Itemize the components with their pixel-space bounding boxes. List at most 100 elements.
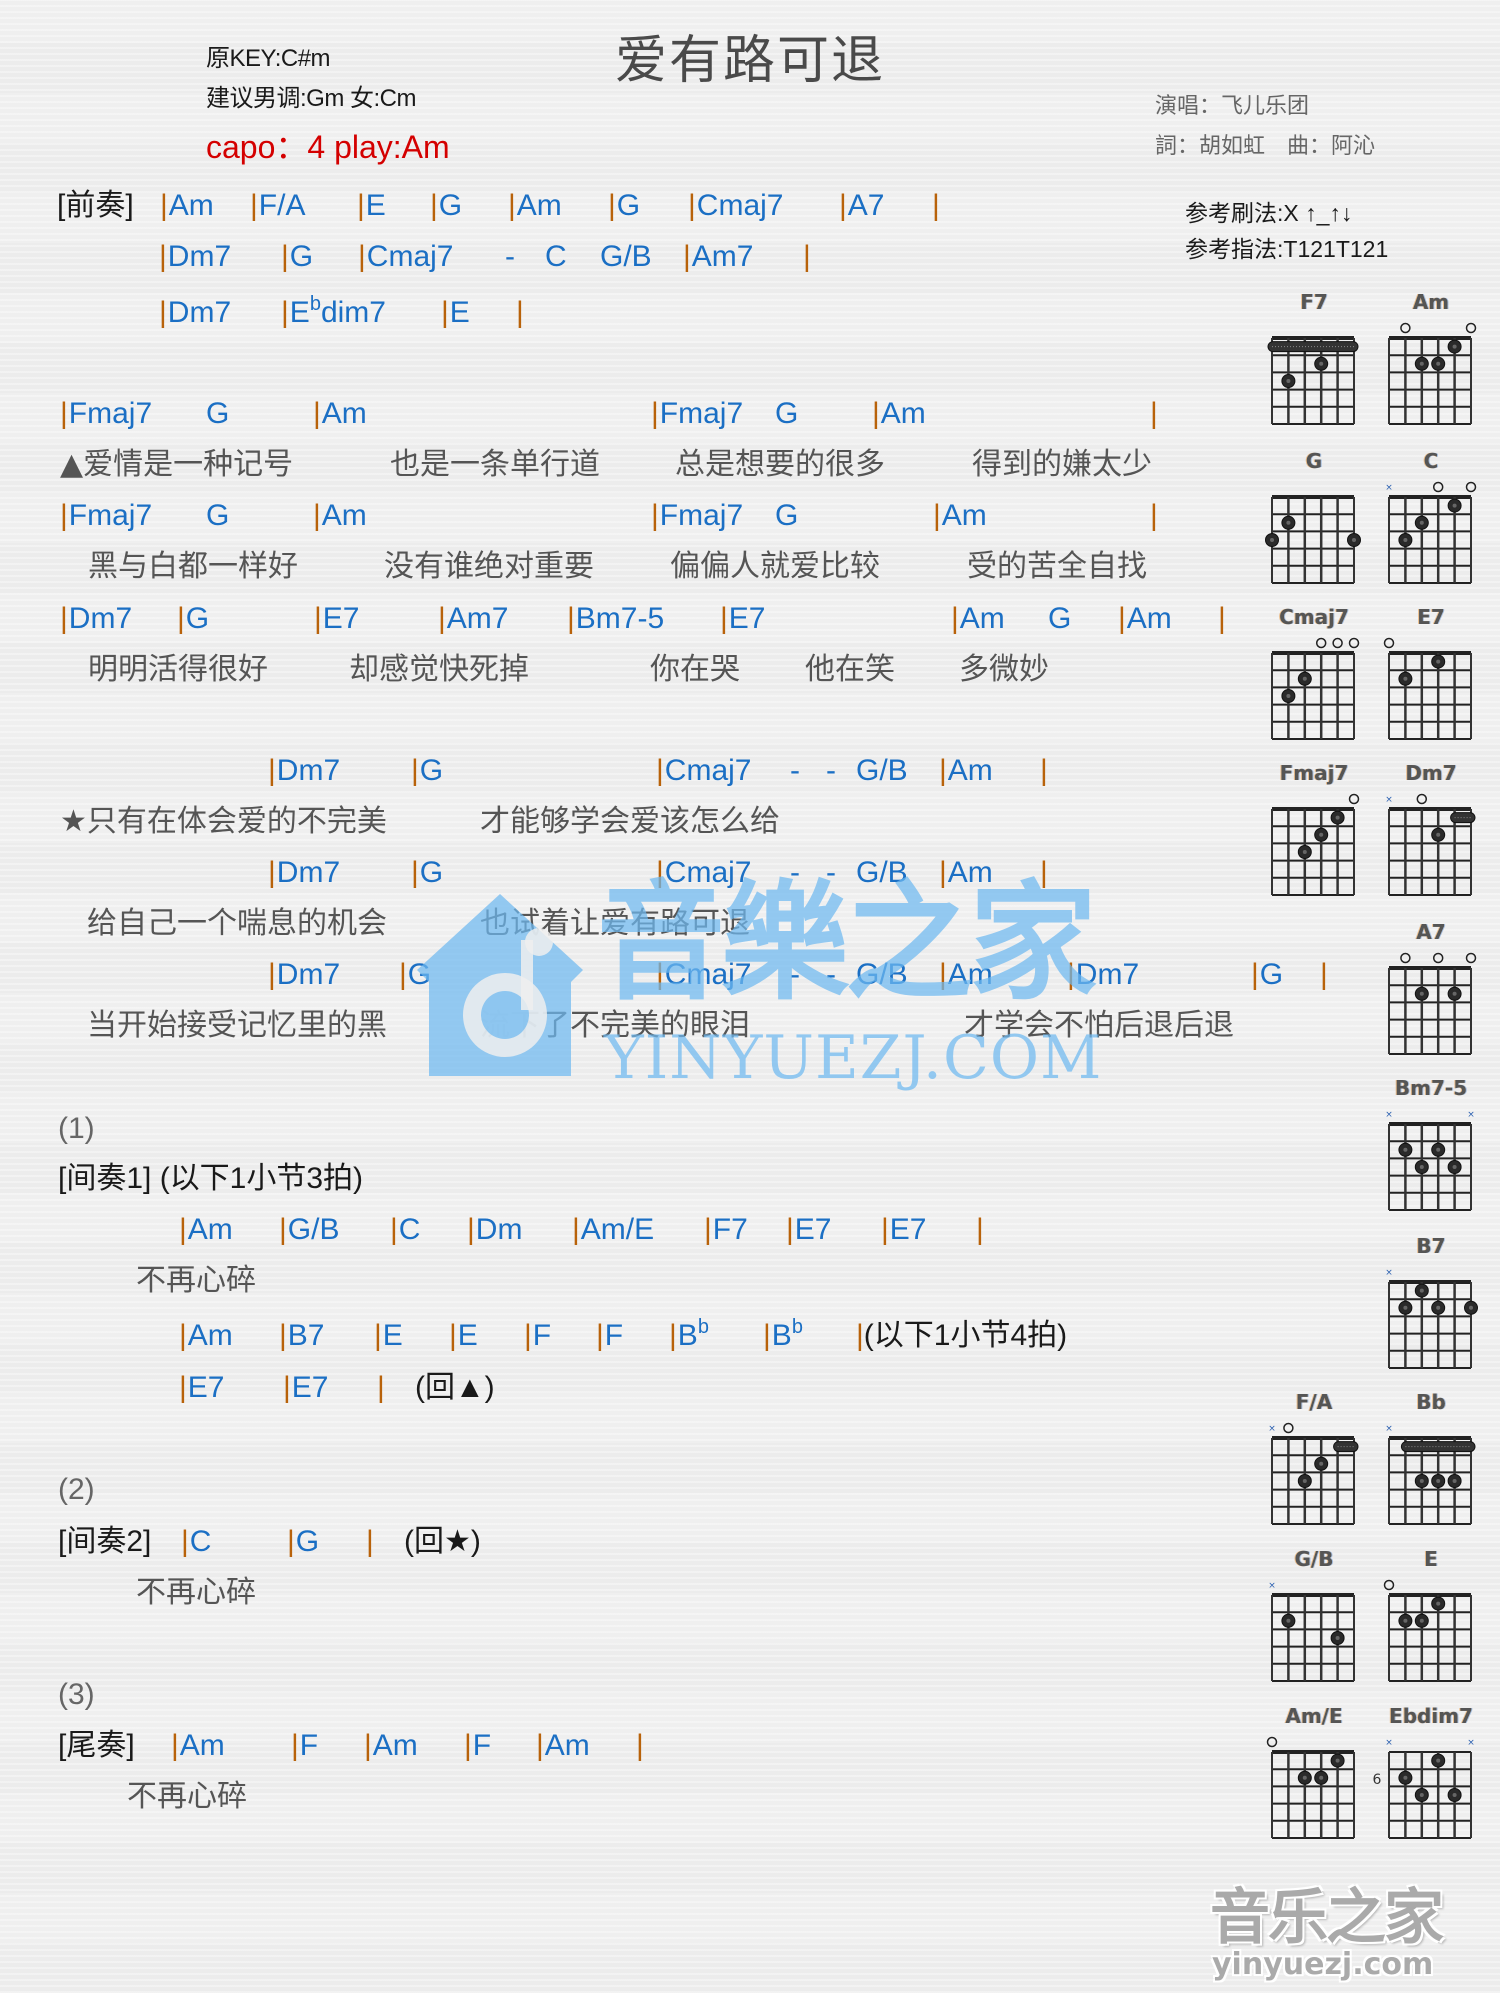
finger-dot-highlight xyxy=(1270,538,1274,542)
bar-line: | xyxy=(1150,397,1158,430)
fretboard-grid xyxy=(1267,336,1359,425)
chord-line: |E7 |E7 | (回▲) xyxy=(0,1368,1250,1408)
lyric-phrase: 不再心碎 xyxy=(127,1779,247,1814)
fretboard-grid xyxy=(1383,637,1472,740)
lyric-phrase: 却感觉快死掉 xyxy=(349,652,529,687)
bar-line: | xyxy=(1040,856,1048,889)
open-string-icon xyxy=(1432,481,1444,493)
chord-name: F xyxy=(299,1729,319,1762)
finger-dot-highlight xyxy=(1319,361,1324,366)
bar-line: | xyxy=(976,1213,984,1246)
bar-line: | xyxy=(250,189,258,222)
chord-name: E xyxy=(382,1319,403,1352)
lyric-line: 黑与白都一样好 没有谁绝对重要 偏偏人就爱比较 受的苦全自找 xyxy=(0,547,1250,587)
muted-string-icon: × xyxy=(1385,1424,1393,1434)
chord-name: G xyxy=(438,189,463,222)
chord-name: F/A xyxy=(258,189,306,222)
chord-symbol: |E xyxy=(374,1316,403,1356)
chord-name: G/B xyxy=(856,856,908,889)
finger-dot-highlight xyxy=(1335,1758,1340,1763)
lyric-phrase: ★只有在体会爱的不完美 xyxy=(60,804,387,839)
chord-name: E7 xyxy=(187,1371,225,1404)
open-string-icon xyxy=(1315,637,1327,649)
chord-name: Am xyxy=(187,1319,233,1352)
chord-symbol: |F xyxy=(596,1316,623,1356)
finger-dot-highlight xyxy=(1419,1793,1424,1797)
chord-symbol: |Am xyxy=(171,1726,225,1766)
finger-dot-highlight xyxy=(1419,1288,1424,1293)
chord-symbol: |Dm7 xyxy=(159,237,231,277)
chord-name: B xyxy=(771,1319,792,1352)
bar-line: | xyxy=(314,602,322,635)
note-text: (回★) xyxy=(404,1525,481,1558)
chord-symbol: |Dm7 xyxy=(268,955,340,995)
bar-line: | xyxy=(467,1213,475,1246)
chord-symbol: |Am xyxy=(179,1210,233,1250)
finger-dot-highlight xyxy=(1436,1601,1441,1606)
chord-line: [尾奏] |Am |F |Am |F |Am | xyxy=(0,1726,1250,1766)
chord-name: G xyxy=(775,499,799,532)
chord-symbol: |Fmaj7 xyxy=(60,496,152,536)
bar-line: | xyxy=(313,499,321,532)
bar-line: | xyxy=(390,1213,398,1246)
chord-symbol: |E7 xyxy=(179,1368,225,1408)
chord-symbol: |B7 xyxy=(279,1316,325,1356)
chord-flat-accidental: b xyxy=(697,1316,709,1338)
bar-line: | xyxy=(567,602,575,635)
bar-line: | xyxy=(160,189,168,222)
section-marker: (2) xyxy=(58,1473,95,1506)
open-string-icon xyxy=(1332,637,1343,649)
finger-dot-highlight xyxy=(1335,815,1340,820)
chord-name: G/B xyxy=(856,958,908,991)
open-string-icon xyxy=(1383,1579,1395,1591)
chord-symbol: |F xyxy=(524,1316,551,1356)
chord-name: B7 xyxy=(287,1319,325,1352)
bar-line: | xyxy=(357,189,365,222)
chord-diagram: Cmaj7 xyxy=(1271,605,1382,755)
chord-symbol: |E7 xyxy=(786,1210,832,1250)
chord-symbol: G/B xyxy=(856,853,908,893)
bar-line: | xyxy=(1150,499,1158,532)
finger-dot-highlight xyxy=(1403,676,1408,681)
chord-suffix: dim7 xyxy=(320,296,386,329)
chord-name: G xyxy=(419,754,444,787)
corner-watermark-cn: 音乐之家 xyxy=(1210,1883,1444,1953)
chord-name: E xyxy=(365,189,386,222)
fretboard-grid xyxy=(1265,495,1361,584)
bar-line: | xyxy=(60,397,68,430)
muted-string-icon: × xyxy=(1385,483,1393,493)
finger-dot-highlight xyxy=(1286,379,1291,383)
lyricist-composer-credit: 詞：胡如虹 曲：阿沁 xyxy=(1155,133,1376,158)
finger-dot-highlight xyxy=(1419,1618,1424,1623)
bar-line: | xyxy=(656,856,664,889)
fretboard-grid: × × xyxy=(1385,1110,1475,1211)
bar-line: | xyxy=(281,296,289,329)
chord-symbol: |F xyxy=(464,1726,491,1766)
chord-name: Dm xyxy=(475,1213,523,1246)
bar-line: | xyxy=(291,1729,299,1762)
hold-dash: - xyxy=(790,958,800,991)
capo-info: capo：4 play:Am xyxy=(206,129,450,165)
muted-string-icon: × xyxy=(1268,1424,1276,1434)
lyric-phrase: ▲爱情是一种记号 xyxy=(60,447,294,482)
lyric-phrase: 给自己一个喘息的机会 xyxy=(87,906,387,941)
section-label: [间奏1] (以下1小节3拍) xyxy=(58,1162,364,1195)
bar-line: | xyxy=(656,754,664,787)
chord-name: F xyxy=(472,1729,492,1762)
finger-dot-highlight xyxy=(1319,832,1324,837)
finger-dot-highlight xyxy=(1436,832,1441,837)
performance-note: (回★) xyxy=(404,1522,481,1562)
chord-symbol: |A7 xyxy=(839,186,885,226)
bar-line: | xyxy=(279,1319,287,1352)
chord-diagram: Bm7-5 × × xyxy=(1385,1076,1499,1226)
chord-name: Am xyxy=(187,1213,233,1246)
chord-name: Am xyxy=(947,958,993,991)
finger-dot-highlight xyxy=(1352,538,1356,542)
bar-line: | xyxy=(179,1213,187,1246)
chord-name: Dm7 xyxy=(68,602,133,635)
finger-dot-highlight xyxy=(1452,991,1457,996)
bar-line: | xyxy=(1320,958,1328,991)
chord-symbol: |Am xyxy=(939,955,993,995)
chord-line: |Dm7 |G |Cmaj7- - G/B |Am |Dm7 |G | xyxy=(0,955,1328,995)
bar-line: | xyxy=(366,1525,374,1558)
